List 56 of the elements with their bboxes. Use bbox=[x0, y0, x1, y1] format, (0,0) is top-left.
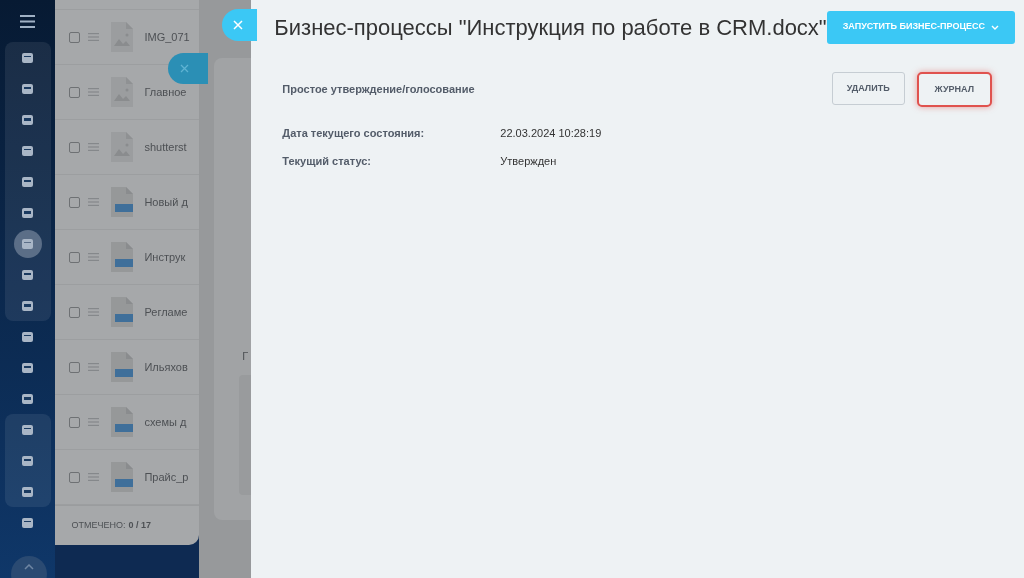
close-icon bbox=[233, 20, 243, 30]
drag-handle-icon[interactable] bbox=[88, 143, 100, 152]
panel-label: Г bbox=[242, 349, 249, 364]
row-checkbox[interactable] bbox=[69, 251, 81, 263]
file-name[interactable]: Новый д bbox=[144, 194, 188, 211]
drag-handle-icon[interactable] bbox=[88, 418, 100, 427]
row-checkbox[interactable] bbox=[69, 31, 81, 43]
row-checkbox[interactable] bbox=[69, 416, 81, 428]
drag-handle-icon[interactable] bbox=[88, 308, 100, 317]
process-button[interactable]: ЖУРНАЛ bbox=[916, 72, 992, 107]
image-file-icon bbox=[110, 132, 135, 163]
image-file-icon bbox=[110, 77, 135, 108]
selected-count: 0 / 17 bbox=[128, 518, 151, 532]
field-value: 22.03.2024 10:28:19 bbox=[500, 126, 602, 141]
close-button[interactable] bbox=[222, 9, 257, 41]
row-checkbox[interactable] bbox=[69, 141, 81, 153]
doc-file-icon bbox=[110, 352, 135, 383]
sidebar-item[interactable] bbox=[13, 229, 42, 258]
doc-file-icon bbox=[110, 242, 135, 273]
row-checkbox[interactable] bbox=[69, 361, 81, 373]
close-button[interactable] bbox=[168, 53, 208, 84]
row-checkbox[interactable] bbox=[69, 196, 81, 208]
close-icon bbox=[180, 64, 189, 73]
doc-file-icon bbox=[110, 462, 135, 493]
file-name[interactable]: Прайс_р bbox=[144, 469, 189, 486]
file-name[interactable]: Ильяхов bbox=[144, 359, 188, 376]
process-button[interactable]: УДАЛИТЬ bbox=[831, 72, 905, 105]
file-name[interactable]: схемы д bbox=[144, 414, 187, 431]
drag-handle-icon[interactable] bbox=[88, 363, 100, 372]
field-label: Текущий статус: bbox=[282, 153, 372, 169]
file-name[interactable]: Главное bbox=[144, 84, 187, 101]
drag-handle-icon[interactable] bbox=[88, 88, 100, 97]
drag-handle-icon[interactable] bbox=[88, 473, 100, 482]
doc-file-icon bbox=[110, 407, 135, 438]
drag-handle-icon[interactable] bbox=[88, 253, 100, 262]
row-checkbox[interactable] bbox=[69, 471, 81, 483]
chevron-down-icon bbox=[991, 24, 999, 30]
slider-title: Бизнес-процессы "Инструкция по работе в CRM.docx" bbox=[274, 13, 827, 42]
row-checkbox[interactable] bbox=[69, 86, 81, 98]
process-name: Простое утверждение/голосование bbox=[282, 82, 475, 98]
image-file-icon bbox=[110, 22, 135, 53]
start-process-button[interactable]: ЗАПУСТИТЬ БИЗНЕС-ПРОЦЕСС bbox=[826, 10, 1015, 44]
drag-handle-icon[interactable] bbox=[88, 33, 100, 42]
field-label: Дата текущего состояния: bbox=[282, 126, 426, 141]
selected-count-label: ОТМЕЧЕНО: bbox=[71, 518, 126, 532]
file-name[interactable]: Инструк bbox=[144, 249, 186, 266]
row-checkbox[interactable] bbox=[69, 306, 81, 318]
field-value: Утвержден bbox=[500, 153, 557, 169]
doc-file-icon bbox=[110, 187, 135, 218]
file-name[interactable]: Регламе bbox=[144, 304, 188, 321]
doc-file-icon bbox=[110, 297, 135, 328]
file-name[interactable]: IMG_071 bbox=[144, 29, 190, 46]
chevron-up-icon bbox=[24, 564, 34, 570]
file-name[interactable]: shutterst bbox=[144, 139, 187, 156]
menu-icon[interactable] bbox=[20, 15, 36, 28]
drag-handle-icon[interactable] bbox=[88, 198, 100, 207]
